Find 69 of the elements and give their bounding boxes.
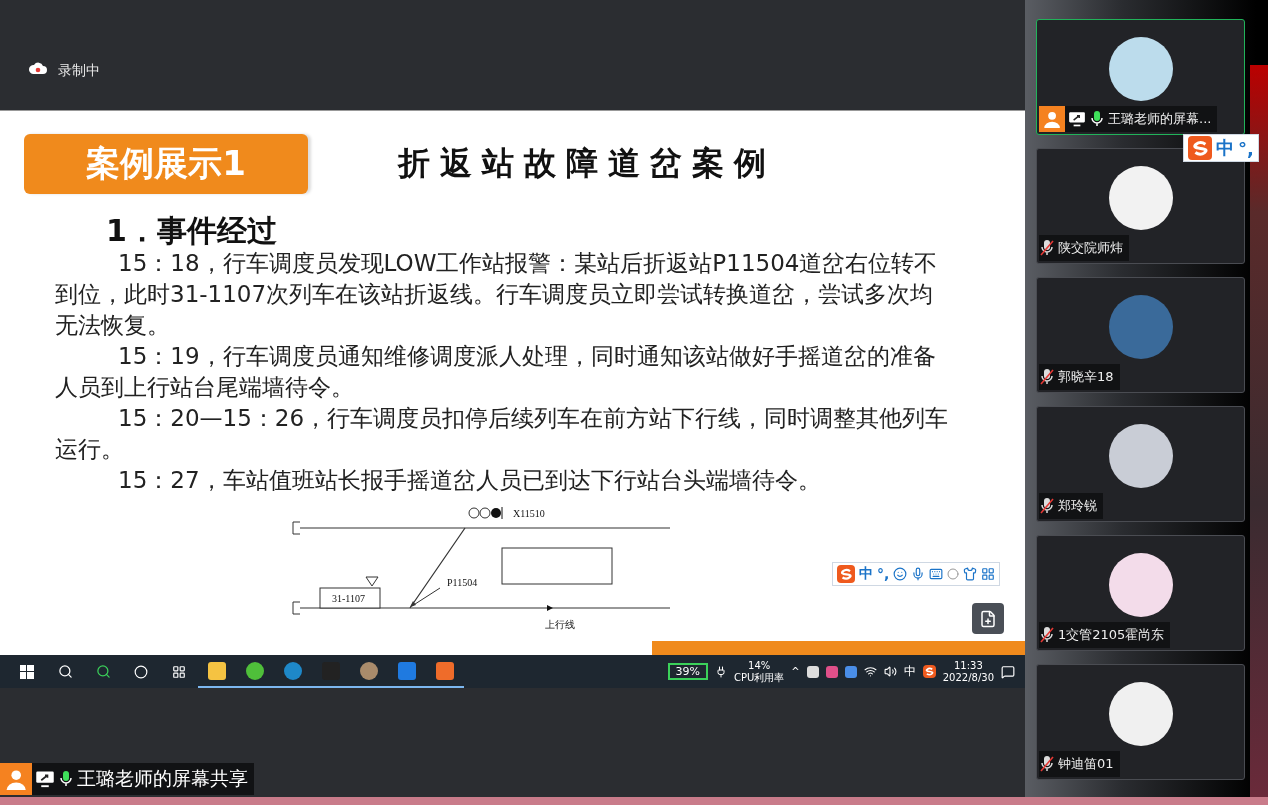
- event-paragraph: 15：20—15：26，行车调度员扣停后续列车在前方站下行线，同时调整其他列车运行。: [55, 404, 950, 464]
- participant-name: 郭晓辛18: [1058, 368, 1114, 386]
- emoji-icon: [893, 567, 908, 581]
- clock-date: 2022/8/30: [942, 671, 994, 684]
- cloud-icon: [28, 62, 48, 75]
- mic-icon: [58, 770, 74, 788]
- plug-icon: [715, 665, 727, 678]
- volume-icon: [883, 665, 897, 678]
- folder-icon[interactable]: [208, 661, 226, 680]
- train-label: 31-1107: [332, 593, 365, 604]
- slide-title: 折返站故障道岔案例: [398, 144, 776, 183]
- case-badge: 案例展示1: [24, 134, 308, 194]
- event-paragraph: 15：18，行车调度员发现LOW工作站报警：某站后折返站P11504道岔右位转不到位，此时31-1107次列车在该站折返线。行车调度员立即尝试转换道岔，尝试多次均无法恢复。: [55, 249, 939, 340]
- event-paragraph: 15：27，车站值班站长报手摇道岔人员已到达下行站台头端墙待令。: [117, 466, 822, 495]
- browser-icon[interactable]: [284, 661, 302, 680]
- sogou-logo-icon: [922, 665, 936, 678]
- clock-time: 11:33: [953, 659, 983, 672]
- participant-tile[interactable]: 1交管2105霍尚东: [1036, 535, 1245, 651]
- app-icon[interactable]: [398, 661, 416, 680]
- triangle-icon: [365, 576, 379, 587]
- notification-icon: [1001, 664, 1015, 679]
- cpu-percent: 14%: [748, 659, 771, 672]
- search-icon[interactable]: [95, 664, 111, 679]
- recording-status: 录制中: [58, 62, 100, 80]
- tray-caret[interactable]: ^: [791, 666, 800, 677]
- add-page-icon: [979, 609, 997, 628]
- participant-name: 王璐老师的屏幕...: [1108, 110, 1212, 128]
- mic-icon: [911, 567, 926, 581]
- pointer-arrow: [410, 587, 441, 607]
- ime-toolbar[interactable]: 中 °,: [1183, 134, 1259, 162]
- signal-icon: [468, 506, 503, 520]
- ime-toolbar[interactable]: 中 °,: [832, 562, 1001, 586]
- event-paragraph: 15：19，行车调度员通知维修调度派人处理，同时通知该站做好手摇道岔的准备人员到上行站台尾端墙待令。: [55, 342, 937, 402]
- ime-indicator[interactable]: 中: [903, 663, 916, 680]
- participant-name: 陕交院师炜: [1058, 239, 1123, 257]
- wifi-icon: [863, 665, 877, 678]
- search-icon[interactable]: [57, 664, 73, 679]
- add-page-button[interactable]: [972, 603, 1004, 634]
- direction-arrow-icon: [547, 605, 553, 611]
- participant-name: 钟迪笛01: [1058, 755, 1114, 773]
- windows-start-icon[interactable]: [20, 664, 34, 679]
- signal-label: X11510: [513, 508, 545, 519]
- share-title: 王璐老师的屏幕共享: [77, 766, 248, 791]
- circle-icon[interactable]: [134, 664, 148, 679]
- participant-tile[interactable]: 郭晓辛18: [1036, 277, 1245, 393]
- tray-app-icon[interactable]: [806, 665, 819, 678]
- app-icon[interactable]: [360, 661, 378, 680]
- participant-name: 1交管2105霍尚东: [1058, 626, 1165, 644]
- screen-share-icon: [1068, 110, 1086, 128]
- participant-tile[interactable]: 郑玲锐: [1036, 406, 1245, 522]
- grid-icon: [981, 567, 996, 581]
- switch-label: P11504: [447, 577, 478, 588]
- sogou-logo-icon: [837, 565, 855, 583]
- screen-share-icon: [35, 769, 55, 789]
- task-view-icon[interactable]: [172, 664, 186, 679]
- shirt-icon: [963, 567, 978, 581]
- app-icon[interactable]: [436, 661, 454, 680]
- tray-app-icon[interactable]: [844, 665, 857, 678]
- participant-name: 郑玲锐: [1058, 497, 1097, 515]
- participant-tile[interactable]: 钟迪笛01: [1036, 664, 1245, 780]
- cpu-label: CPU利用率: [734, 671, 785, 684]
- keyboard-icon: [929, 567, 944, 581]
- battery-indicator[interactable]: 39%: [667, 663, 708, 680]
- host-badge-icon: [0, 763, 32, 795]
- track-name-label: 上行线: [545, 619, 575, 630]
- browser-icon[interactable]: [246, 661, 264, 680]
- participant-tile[interactable]: 王璐老师的屏幕...: [1036, 19, 1245, 135]
- section-heading: 1．事件经过: [106, 214, 278, 248]
- sogou-logo-icon: [1188, 136, 1212, 160]
